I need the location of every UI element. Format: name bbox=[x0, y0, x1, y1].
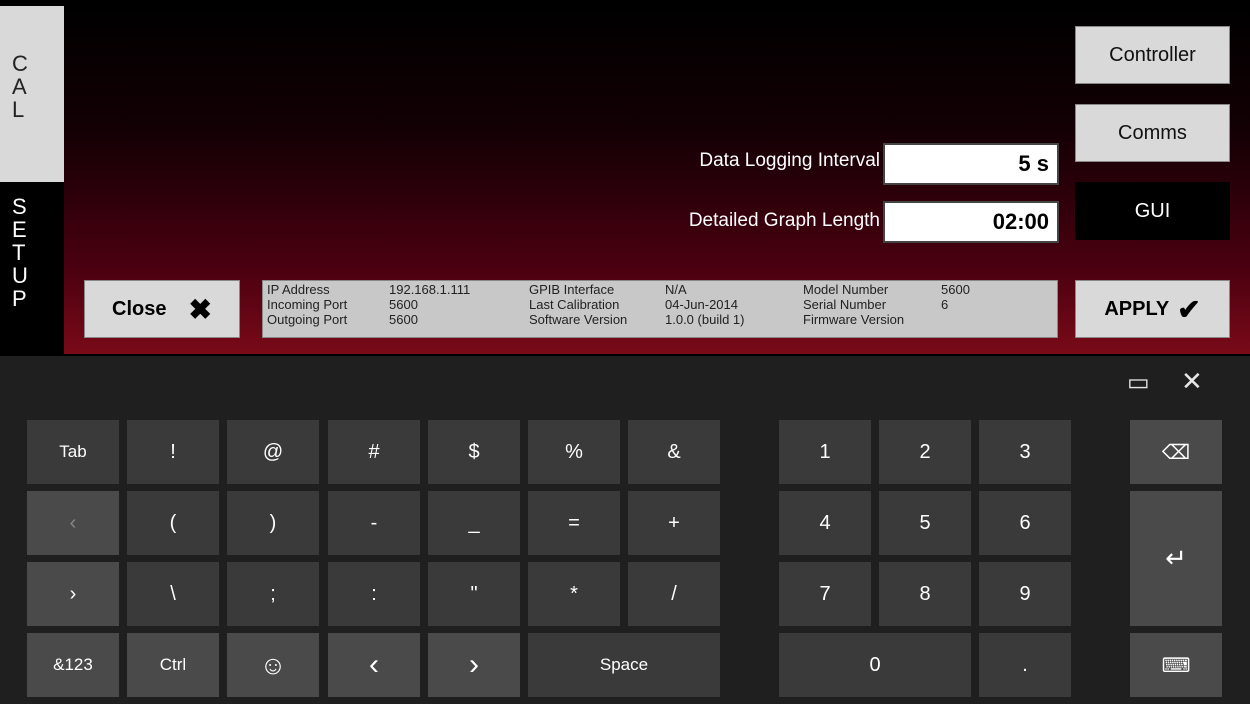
emoji-icon[interactable]: ☺ bbox=[227, 633, 319, 697]
tab-letter: S bbox=[12, 194, 27, 219]
enter-icon[interactable]: ↵ bbox=[1130, 491, 1222, 626]
gui-button[interactable]: GUI bbox=[1075, 182, 1230, 240]
key-exclamation[interactable]: ! bbox=[127, 420, 219, 484]
outgoing-port-value: 5600 bbox=[389, 312, 418, 327]
key-colon[interactable]: : bbox=[328, 562, 420, 626]
key-2[interactable]: 2 bbox=[879, 420, 971, 484]
apply-label: APPLY bbox=[1104, 297, 1170, 320]
key-6[interactable]: 6 bbox=[979, 491, 1071, 555]
close-x-icon: ✖ bbox=[188, 293, 212, 325]
model-number-label: Model Number bbox=[803, 282, 889, 297]
key-plus[interactable]: + bbox=[628, 491, 720, 555]
outgoing-port-label: Outgoing Port bbox=[267, 312, 348, 327]
key-dollar[interactable]: $ bbox=[428, 420, 520, 484]
key-space[interactable]: Space bbox=[528, 633, 720, 697]
key-hyphen[interactable]: - bbox=[328, 491, 420, 555]
model-number-value: 5600 bbox=[941, 282, 970, 297]
key-ctrl[interactable]: Ctrl bbox=[127, 633, 219, 697]
tab-letter: L bbox=[12, 97, 25, 122]
key-semicolon[interactable]: ; bbox=[227, 562, 319, 626]
apply-button[interactable]: APPLY ✔ bbox=[1075, 280, 1230, 338]
key-tab[interactable]: Tab bbox=[27, 420, 119, 484]
tab-letter: A bbox=[12, 74, 27, 99]
arrow-left-icon[interactable]: ‹ bbox=[328, 633, 420, 697]
tab-letter: E bbox=[12, 217, 27, 242]
key-hash[interactable]: # bbox=[328, 420, 420, 484]
sidebar-tab-setup[interactable]: S E T U P bbox=[0, 182, 64, 356]
last-calibration-value: 04-Jun-2014 bbox=[665, 297, 738, 312]
software-version-value: 1.0.0 (build 1) bbox=[665, 312, 745, 327]
key-decimal[interactable]: . bbox=[979, 633, 1071, 697]
key-7[interactable]: 7 bbox=[779, 562, 871, 626]
key-backslash[interactable]: \ bbox=[127, 562, 219, 626]
key-quote[interactable]: " bbox=[428, 562, 520, 626]
arrow-right-icon[interactable]: › bbox=[428, 633, 520, 697]
tab-letter: C bbox=[12, 51, 28, 76]
graph-length-label: Detailed Graph Length bbox=[688, 210, 880, 231]
dock-keyboard-icon[interactable]: ▭ bbox=[1127, 368, 1150, 397]
key-9[interactable]: 9 bbox=[979, 562, 1071, 626]
logging-interval-label: Data Logging Interval bbox=[699, 150, 880, 171]
key-open-paren[interactable]: ( bbox=[127, 491, 219, 555]
key-close-paren[interactable]: ) bbox=[227, 491, 319, 555]
prev-icon[interactable]: ‹ bbox=[27, 491, 119, 555]
sidebar-tab-cal[interactable]: C A L bbox=[0, 6, 64, 182]
last-calibration-label: Last Calibration bbox=[529, 297, 620, 312]
incoming-port-value: 5600 bbox=[389, 297, 418, 312]
key-at[interactable]: @ bbox=[227, 420, 319, 484]
tab-letter: U bbox=[12, 263, 28, 288]
controller-button[interactable]: Controller bbox=[1075, 26, 1230, 84]
key-equals[interactable]: = bbox=[528, 491, 620, 555]
device-info-panel: IP Address 192.168.1.111 Incoming Port 5… bbox=[262, 280, 1058, 338]
touch-keyboard: ▭ ✕ Tab ! @ # $ % & ‹ ( ) - _ = + › \ ; … bbox=[0, 356, 1250, 704]
comms-button[interactable]: Comms bbox=[1075, 104, 1230, 162]
serial-number-value: 6 bbox=[941, 297, 949, 312]
graph-length-input[interactable]: 02:00 bbox=[883, 201, 1059, 243]
key-asterisk[interactable]: * bbox=[528, 562, 620, 626]
backspace-icon[interactable]: ⌫ bbox=[1130, 420, 1222, 484]
logging-interval-input[interactable]: 5 s bbox=[883, 143, 1059, 185]
gpib-label: GPIB Interface bbox=[529, 282, 615, 297]
key-5[interactable]: 5 bbox=[879, 491, 971, 555]
close-button[interactable]: Close ✖ bbox=[84, 280, 240, 338]
key-percent[interactable]: % bbox=[528, 420, 620, 484]
key-underscore[interactable]: _ bbox=[428, 491, 520, 555]
tab-letter: P bbox=[12, 286, 27, 311]
gpib-value: N/A bbox=[665, 282, 687, 297]
key-0[interactable]: 0 bbox=[779, 633, 971, 697]
key-8[interactable]: 8 bbox=[879, 562, 971, 626]
app-window: C A L S E T U P Data Logging Interval 5 … bbox=[0, 0, 1250, 356]
firmware-version-label: Firmware Version bbox=[803, 312, 905, 327]
software-version-label: Software Version bbox=[529, 312, 628, 327]
key-symbols-toggle[interactable]: &123 bbox=[27, 633, 119, 697]
checkmark-icon: ✔ bbox=[1177, 293, 1201, 325]
close-keyboard-icon[interactable]: ✕ bbox=[1181, 366, 1203, 397]
next-icon[interactable]: › bbox=[27, 562, 119, 626]
ip-label: IP Address bbox=[267, 282, 330, 297]
ip-value: 192.168.1.111 bbox=[389, 282, 471, 297]
key-slash[interactable]: / bbox=[628, 562, 720, 626]
close-label: Close bbox=[112, 297, 167, 320]
key-4[interactable]: 4 bbox=[779, 491, 871, 555]
keyboard-layout-icon[interactable]: ⌨ bbox=[1130, 633, 1222, 697]
key-1[interactable]: 1 bbox=[779, 420, 871, 484]
key-ampersand[interactable]: & bbox=[628, 420, 720, 484]
serial-number-label: Serial Number bbox=[803, 297, 887, 312]
tab-letter: T bbox=[12, 240, 26, 265]
key-3[interactable]: 3 bbox=[979, 420, 1071, 484]
incoming-port-label: Incoming Port bbox=[267, 297, 348, 312]
